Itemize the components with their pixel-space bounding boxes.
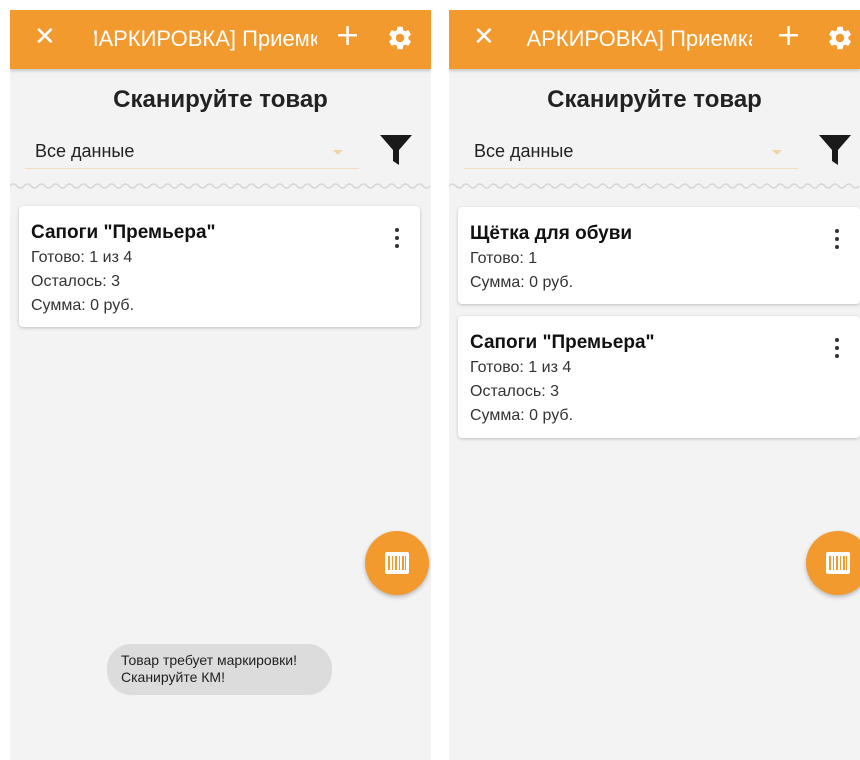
filter-select-value: Все данные: [474, 141, 574, 161]
item-sum: Сумма: 0 руб.: [31, 297, 135, 314]
barcode-icon: [385, 552, 409, 574]
item-name: Сапоги "Премьера": [470, 332, 655, 353]
add-button[interactable]: +: [776, 21, 801, 51]
screen-right: ✕ [МАРКИРОВКА] Приемка + Сканируйте това…: [449, 10, 860, 760]
funnel-icon[interactable]: [379, 133, 413, 167]
torn-divider: [10, 183, 431, 189]
close-icon[interactable]: ✕: [34, 22, 56, 52]
page-heading: Сканируйте товар: [547, 86, 762, 113]
item-name: Щётка для обуви: [470, 223, 633, 244]
app-title-clip: [МАРКИРОВКА] Приемка: [94, 24, 317, 54]
item-sum: Сумма: 0 руб.: [470, 274, 574, 291]
item-ready: Готово: 1 из 4: [470, 359, 572, 376]
scan-button[interactable]: [806, 531, 860, 595]
more-vert-icon[interactable]: [834, 229, 840, 253]
close-icon[interactable]: ✕: [473, 22, 495, 52]
gear-icon[interactable]: [826, 24, 854, 52]
item-remaining: Осталось: 3: [470, 383, 560, 400]
filter-select-value: Все данные: [35, 141, 135, 161]
item-sum: Сумма: 0 руб.: [470, 407, 574, 424]
item-remaining: Осталось: 3: [31, 273, 121, 290]
chevron-down-icon: [333, 150, 343, 155]
app-title: [МАРКИРОВКА] Приемка: [526, 26, 752, 51]
item-name: Сапоги "Премьера": [31, 222, 216, 243]
gear-icon[interactable]: [386, 24, 414, 52]
toast-line: Сканируйте КМ!: [121, 669, 225, 685]
screen-left: ✕ [МАРКИРОВКА] Приемка + Сканируйте това…: [10, 10, 431, 760]
item-ready: Готово: 1: [470, 250, 538, 267]
item-ready: Готово: 1 из 4: [31, 249, 133, 266]
list-item[interactable]: Сапоги "Премьера" Готово: 1 из 4 Осталос…: [458, 316, 860, 438]
torn-divider: [449, 183, 860, 189]
list-item[interactable]: Сапоги "Премьера" Готово: 1 из 4 Осталос…: [19, 206, 420, 327]
toast-line: Товар требует маркировки!: [121, 652, 297, 668]
app-bar: ✕ [МАРКИРОВКА] Приемка +: [10, 10, 431, 69]
app-title-clip: [МАРКИРОВКА] Приемка: [526, 24, 752, 54]
filter-select[interactable]: Все данные: [25, 133, 359, 169]
scan-button[interactable]: [365, 531, 429, 595]
page-heading: Сканируйте товар: [113, 86, 328, 113]
app-bar: ✕ [МАРКИРОВКА] Приемка +: [449, 10, 860, 69]
chevron-down-icon: [772, 150, 782, 155]
barcode-icon: [826, 552, 850, 574]
toast-message: Товар требует маркировки! Сканируйте КМ!: [107, 644, 332, 695]
list-item[interactable]: Щётка для обуви Готово: 1 Сумма: 0 руб.: [458, 207, 860, 304]
funnel-icon[interactable]: [818, 133, 852, 167]
more-vert-icon[interactable]: [394, 228, 400, 252]
more-vert-icon[interactable]: [834, 338, 840, 362]
add-button[interactable]: +: [335, 21, 360, 51]
app-title: [МАРКИРОВКА] Приемка: [94, 26, 317, 51]
filter-select[interactable]: Все данные: [464, 133, 798, 169]
